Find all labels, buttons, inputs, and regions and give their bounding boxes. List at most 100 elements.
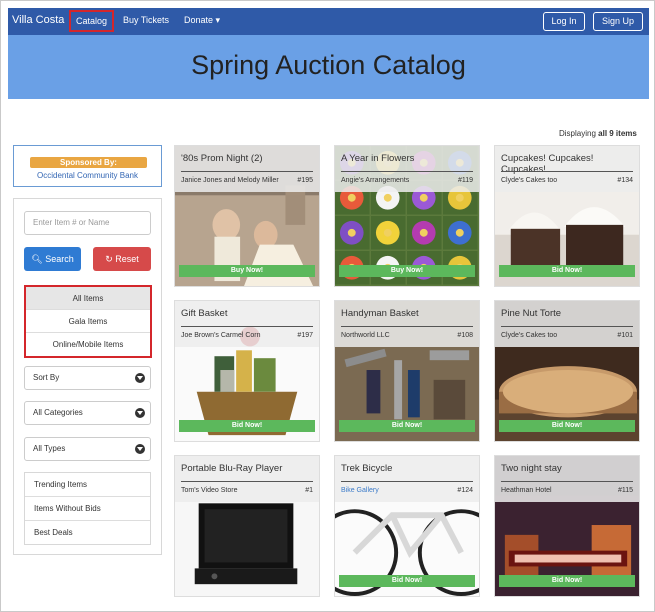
item-donor: Janice Jones and Melody Miller [181, 177, 279, 184]
item-number: #134 [617, 177, 633, 184]
bid-button[interactable]: Bid Now! [499, 265, 635, 277]
top-navbar: Villa Costa Catalog Buy Tickets Donate ▾… [8, 8, 649, 35]
link-items-without-bids[interactable]: Items Without Bids [25, 497, 150, 521]
nav-donate-dropdown[interactable]: Donate ▾ [184, 15, 220, 26]
bid-button[interactable]: Buy Now! [179, 265, 315, 277]
item-number: #108 [457, 332, 473, 339]
catalog-card[interactable]: '80s Prom Night (2) Janice Jones and Mel… [174, 145, 320, 287]
item-title[interactable]: A Year in Flowers [341, 153, 477, 164]
reset-icon: ↻ [105, 254, 113, 264]
hero-banner: Spring Auction Catalog [8, 35, 649, 99]
filter-panel: Enter Item # or Name 🔍︎ Search ↻ Reset A… [13, 198, 162, 555]
card-header: A Year in Flowers Angie's Arrangements #… [335, 146, 479, 192]
card-header: Portable Blu-Ray Player Tom's Video Stor… [175, 456, 319, 502]
login-button[interactable]: Log In [543, 12, 585, 31]
item-title[interactable]: '80s Prom Night (2) [181, 153, 317, 164]
nav-catalog[interactable]: Catalog [69, 10, 115, 32]
signup-button[interactable]: Sign Up [593, 12, 643, 31]
catalog-card[interactable]: Pine Nut Torte Clyde's Cakes too #101 Bi… [494, 300, 640, 442]
item-donor[interactable]: Bike Gallery [341, 487, 379, 494]
item-donor: Heathman Hotel [501, 487, 552, 494]
divider [501, 481, 633, 482]
sort-by-dropdown[interactable]: Sort By [24, 366, 151, 390]
item-number: #124 [457, 487, 473, 494]
item-title[interactable]: Gift Basket [181, 308, 317, 319]
divider [181, 171, 313, 172]
page: { "nav": { "brand": "Villa Costa", "cata… [0, 0, 655, 612]
chevron-down-icon [135, 373, 145, 383]
quick-links: Trending Items Items Without Bids Best D… [24, 472, 151, 545]
chevron-down-icon [135, 408, 145, 418]
item-title[interactable]: Handyman Basket [341, 308, 477, 319]
item-number: #115 [617, 487, 633, 494]
page-title: Spring Auction Catalog [191, 50, 466, 80]
catalog-card[interactable]: Two night stay Heathman Hotel #115 Bid N… [494, 455, 640, 597]
item-title[interactable]: Pine Nut Torte [501, 308, 637, 319]
bid-button[interactable]: Bid Now! [179, 420, 315, 432]
item-number: #119 [457, 177, 473, 184]
sponsor-name-link[interactable]: Occidental Community Bank [14, 171, 161, 180]
item-donor: Tom's Video Store [181, 487, 238, 494]
item-donor: Clyde's Cakes too [501, 177, 558, 184]
item-title[interactable]: Trek Bicycle [341, 463, 477, 474]
item-donor: Joe Brown's Carmel Corn [181, 332, 261, 339]
catalog-card[interactable]: Gift Basket Joe Brown's Carmel Corn #197… [174, 300, 320, 442]
item-donor: Angie's Arrangements [341, 177, 410, 184]
catalog-card[interactable]: Trek Bicycle Bike Gallery #124 Bid Now! [334, 455, 480, 597]
chevron-down-icon [135, 444, 145, 454]
bid-button[interactable]: Buy Now! [339, 265, 475, 277]
item-title[interactable]: Two night stay [501, 463, 637, 474]
search-icon: 🔍︎ [31, 254, 43, 264]
search-button-label: Search [45, 254, 74, 264]
categories-dropdown[interactable]: All Categories [24, 401, 151, 425]
item-count-prefix: Displaying [559, 129, 599, 138]
bid-button[interactable]: Bid Now! [339, 420, 475, 432]
card-header: Cupcakes! Cupcakes! Cupcakes! Clyde's Ca… [495, 146, 639, 192]
item-type-list: All Items Gala Items Online/Mobile Items [24, 285, 152, 358]
item-donor: Northworld LLC [341, 332, 390, 339]
nav-buy-tickets[interactable]: Buy Tickets [123, 15, 169, 25]
divider [181, 326, 313, 327]
catalog-card[interactable]: Handyman Basket Northworld LLC #108 Bid … [334, 300, 480, 442]
bid-button[interactable]: Bid Now! [499, 420, 635, 432]
card-header: Two night stay Heathman Hotel #115 [495, 456, 639, 502]
catalog-card[interactable]: Cupcakes! Cupcakes! Cupcakes! Clyde's Ca… [494, 145, 640, 287]
item-title[interactable]: Portable Blu-Ray Player [181, 463, 317, 474]
divider [501, 171, 633, 172]
item-number: #197 [297, 332, 313, 339]
search-input[interactable]: Enter Item # or Name [24, 211, 151, 235]
bid-button[interactable]: Bid Now! [499, 575, 635, 587]
categories-label: All Categories [33, 408, 83, 417]
types-dropdown[interactable]: All Types [24, 437, 151, 461]
item-type-all[interactable]: All Items [26, 287, 150, 310]
search-button[interactable]: 🔍︎ Search [24, 247, 81, 271]
sponsor-box: Sponsored By: Occidental Community Bank [13, 145, 162, 187]
brand-link[interactable]: Villa Costa [12, 14, 64, 26]
item-count-value: all 9 items [598, 129, 637, 138]
link-trending-items[interactable]: Trending Items [25, 473, 150, 497]
card-header: Trek Bicycle Bike Gallery #124 [335, 456, 479, 502]
link-best-deals[interactable]: Best Deals [25, 521, 150, 545]
item-number: #101 [617, 332, 633, 339]
item-count: Displaying all 9 items [559, 129, 637, 138]
item-donor: Clyde's Cakes too [501, 332, 558, 339]
sort-by-label: Sort By [33, 373, 60, 382]
sponsor-label: Sponsored By: [30, 157, 147, 168]
types-label: All Types [33, 444, 66, 453]
card-header: Gift Basket Joe Brown's Carmel Corn #197 [175, 301, 319, 347]
reset-button-label: Reset [115, 254, 139, 264]
divider [501, 326, 633, 327]
divider [341, 481, 473, 482]
reset-button[interactable]: ↻ Reset [93, 247, 151, 271]
bid-button[interactable]: Bid Now! [339, 575, 475, 587]
divider [341, 171, 473, 172]
catalog-card[interactable]: A Year in Flowers Angie's Arrangements #… [334, 145, 480, 287]
catalog-card[interactable]: Portable Blu-Ray Player Tom's Video Stor… [174, 455, 320, 597]
divider [341, 326, 473, 327]
item-number: #195 [297, 177, 313, 184]
item-type-online[interactable]: Online/Mobile Items [26, 333, 150, 356]
card-header: Handyman Basket Northworld LLC #108 [335, 301, 479, 347]
item-type-gala[interactable]: Gala Items [26, 310, 150, 333]
item-number: #1 [305, 487, 313, 494]
divider [181, 481, 313, 482]
